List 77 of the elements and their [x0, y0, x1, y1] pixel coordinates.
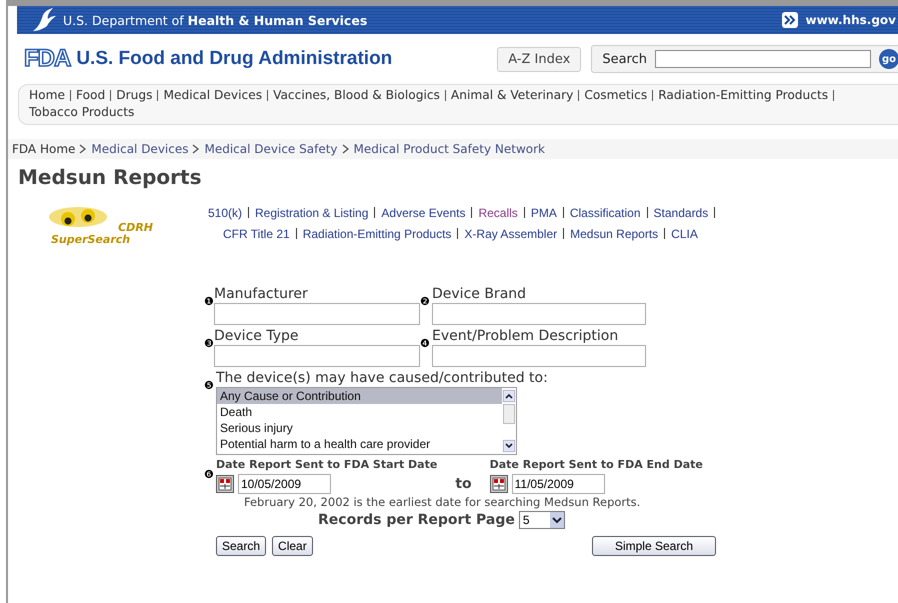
nav-link[interactable]: Radiation-Emitting Products — [658, 87, 828, 104]
step-marker: ❹ — [420, 337, 431, 350]
input-field[interactable] — [214, 303, 420, 325]
to-label: to — [455, 476, 472, 492]
step-marker: ❻ — [204, 468, 215, 481]
caret-icon — [550, 512, 564, 528]
fda-logo[interactable]: FDA — [24, 45, 70, 73]
simple-search-button[interactable]: Simple Search — [592, 536, 716, 556]
input-field[interactable] — [432, 303, 646, 325]
records-dropdown[interactable]: 5 — [518, 511, 565, 529]
search-tool-link[interactable]: Registration & Listing — [255, 206, 368, 220]
nav-link[interactable]: Vaccines, Blood & Biologics — [273, 87, 440, 104]
field-label: Date Report Sent to FDA Start Date — [216, 458, 438, 471]
scroll-down-icon[interactable] — [503, 440, 515, 452]
records-label: Records per Report Page — [318, 512, 515, 528]
clear-button[interactable]: Clear — [272, 536, 313, 556]
field-label: The device(s) may have caused/contributed to: — [216, 369, 548, 387]
double-chevron-icon — [782, 12, 798, 28]
nav-link[interactable]: Cosmetics — [584, 87, 648, 104]
end-date-field[interactable]: 11/05/2009 — [512, 474, 605, 494]
field-label: Device Brand — [432, 285, 528, 303]
chevron-icon — [79, 144, 88, 154]
calendar-icon[interactable] — [216, 475, 234, 493]
az-index-button[interactable]: A-Z Index — [497, 46, 582, 72]
logo-text: SuperSearch — [51, 233, 130, 246]
hhs-link[interactable]: www.hhs.gov — [806, 13, 896, 27]
search-button[interactable]: Search — [216, 536, 266, 556]
nav-link[interactable]: Home — [29, 87, 65, 104]
breadcrumb-link[interactable]: Medical Device Safety — [204, 142, 338, 156]
search-field[interactable] — [655, 50, 871, 68]
calendar-icon[interactable] — [490, 475, 508, 493]
search-tool-link[interactable]: Standards — [654, 206, 708, 220]
nav-link[interactable]: Food — [76, 87, 106, 104]
date-note: February 20, 2002 is the earliest date for searching Medsun Reports. — [244, 495, 642, 509]
nav-link[interactable]: Tobacco Products — [29, 104, 134, 121]
list-option[interactable]: Potential harm to a health care provider — [217, 436, 502, 452]
nav-link[interactable]: Animal & Veterinary — [450, 87, 574, 104]
chevron-icon — [342, 144, 350, 154]
search-tool-link[interactable]: Medsun Reports — [570, 227, 658, 241]
input-field[interactable] — [432, 345, 646, 367]
cause-listbox[interactable]: Any Cause or Contribution Death Serious injury Potential harm to a health care provider — [216, 387, 517, 455]
breadcrumb-link[interactable]: FDA Home — [12, 142, 76, 156]
chevron-icon — [192, 144, 200, 154]
page-title: Medsun Reports — [18, 165, 202, 189]
step-marker: ❷ — [420, 295, 431, 308]
search-tool-link[interactable]: Recalls — [478, 206, 518, 220]
field-label: Date Report Sent to FDA End Date — [490, 458, 703, 471]
search-tool-link[interactable]: 510(k) — [208, 206, 242, 220]
search-tool-link[interactable]: CFR Title 21 — [223, 227, 290, 241]
search-tool-link[interactable]: Adverse Events — [381, 206, 466, 220]
step-marker: ❺ — [204, 379, 215, 392]
search-tool-link[interactable]: CLIA — [671, 227, 698, 241]
list-option[interactable]: Death — [217, 404, 502, 420]
agency-title[interactable]: U.S. Food and Drug Administration — [76, 48, 392, 70]
search-tool-link[interactable]: PMA — [530, 206, 557, 220]
step-marker: ❶ — [204, 295, 214, 308]
field-label: Event/Problem Description — [432, 327, 620, 345]
search-tool-link[interactable]: Classification — [570, 206, 641, 220]
breadcrumb-link[interactable]: Medical Product Safety Network — [354, 142, 545, 156]
search-label: Search — [602, 52, 647, 66]
logo-text: CDRH — [118, 221, 153, 234]
go-button[interactable]: go — [879, 49, 898, 69]
search-tool-link[interactable]: Radiation-Emitting Products — [302, 227, 452, 241]
nav-link[interactable]: Drugs — [116, 87, 152, 104]
scroll-thumb[interactable] — [503, 404, 515, 424]
start-date-field[interactable]: 10/05/2009 — [238, 474, 331, 494]
nav-link[interactable]: Medical Devices — [163, 87, 262, 104]
search-tool-link[interactable]: X-Ray Assembler — [464, 227, 558, 241]
input-field[interactable] — [214, 345, 420, 367]
department-name[interactable]: U.S. Department of Health & Human Services — [63, 12, 368, 28]
field-label: Manufacturer — [214, 285, 309, 303]
list-option[interactable]: Serious injury — [217, 420, 502, 436]
field-label: Device Type — [214, 327, 300, 345]
breadcrumb-link[interactable]: Medical Devices — [91, 142, 188, 156]
scroll-up-icon[interactable] — [503, 390, 515, 402]
step-marker: ❸ — [204, 337, 214, 350]
list-option[interactable]: Any Cause or Contribution — [217, 388, 502, 404]
